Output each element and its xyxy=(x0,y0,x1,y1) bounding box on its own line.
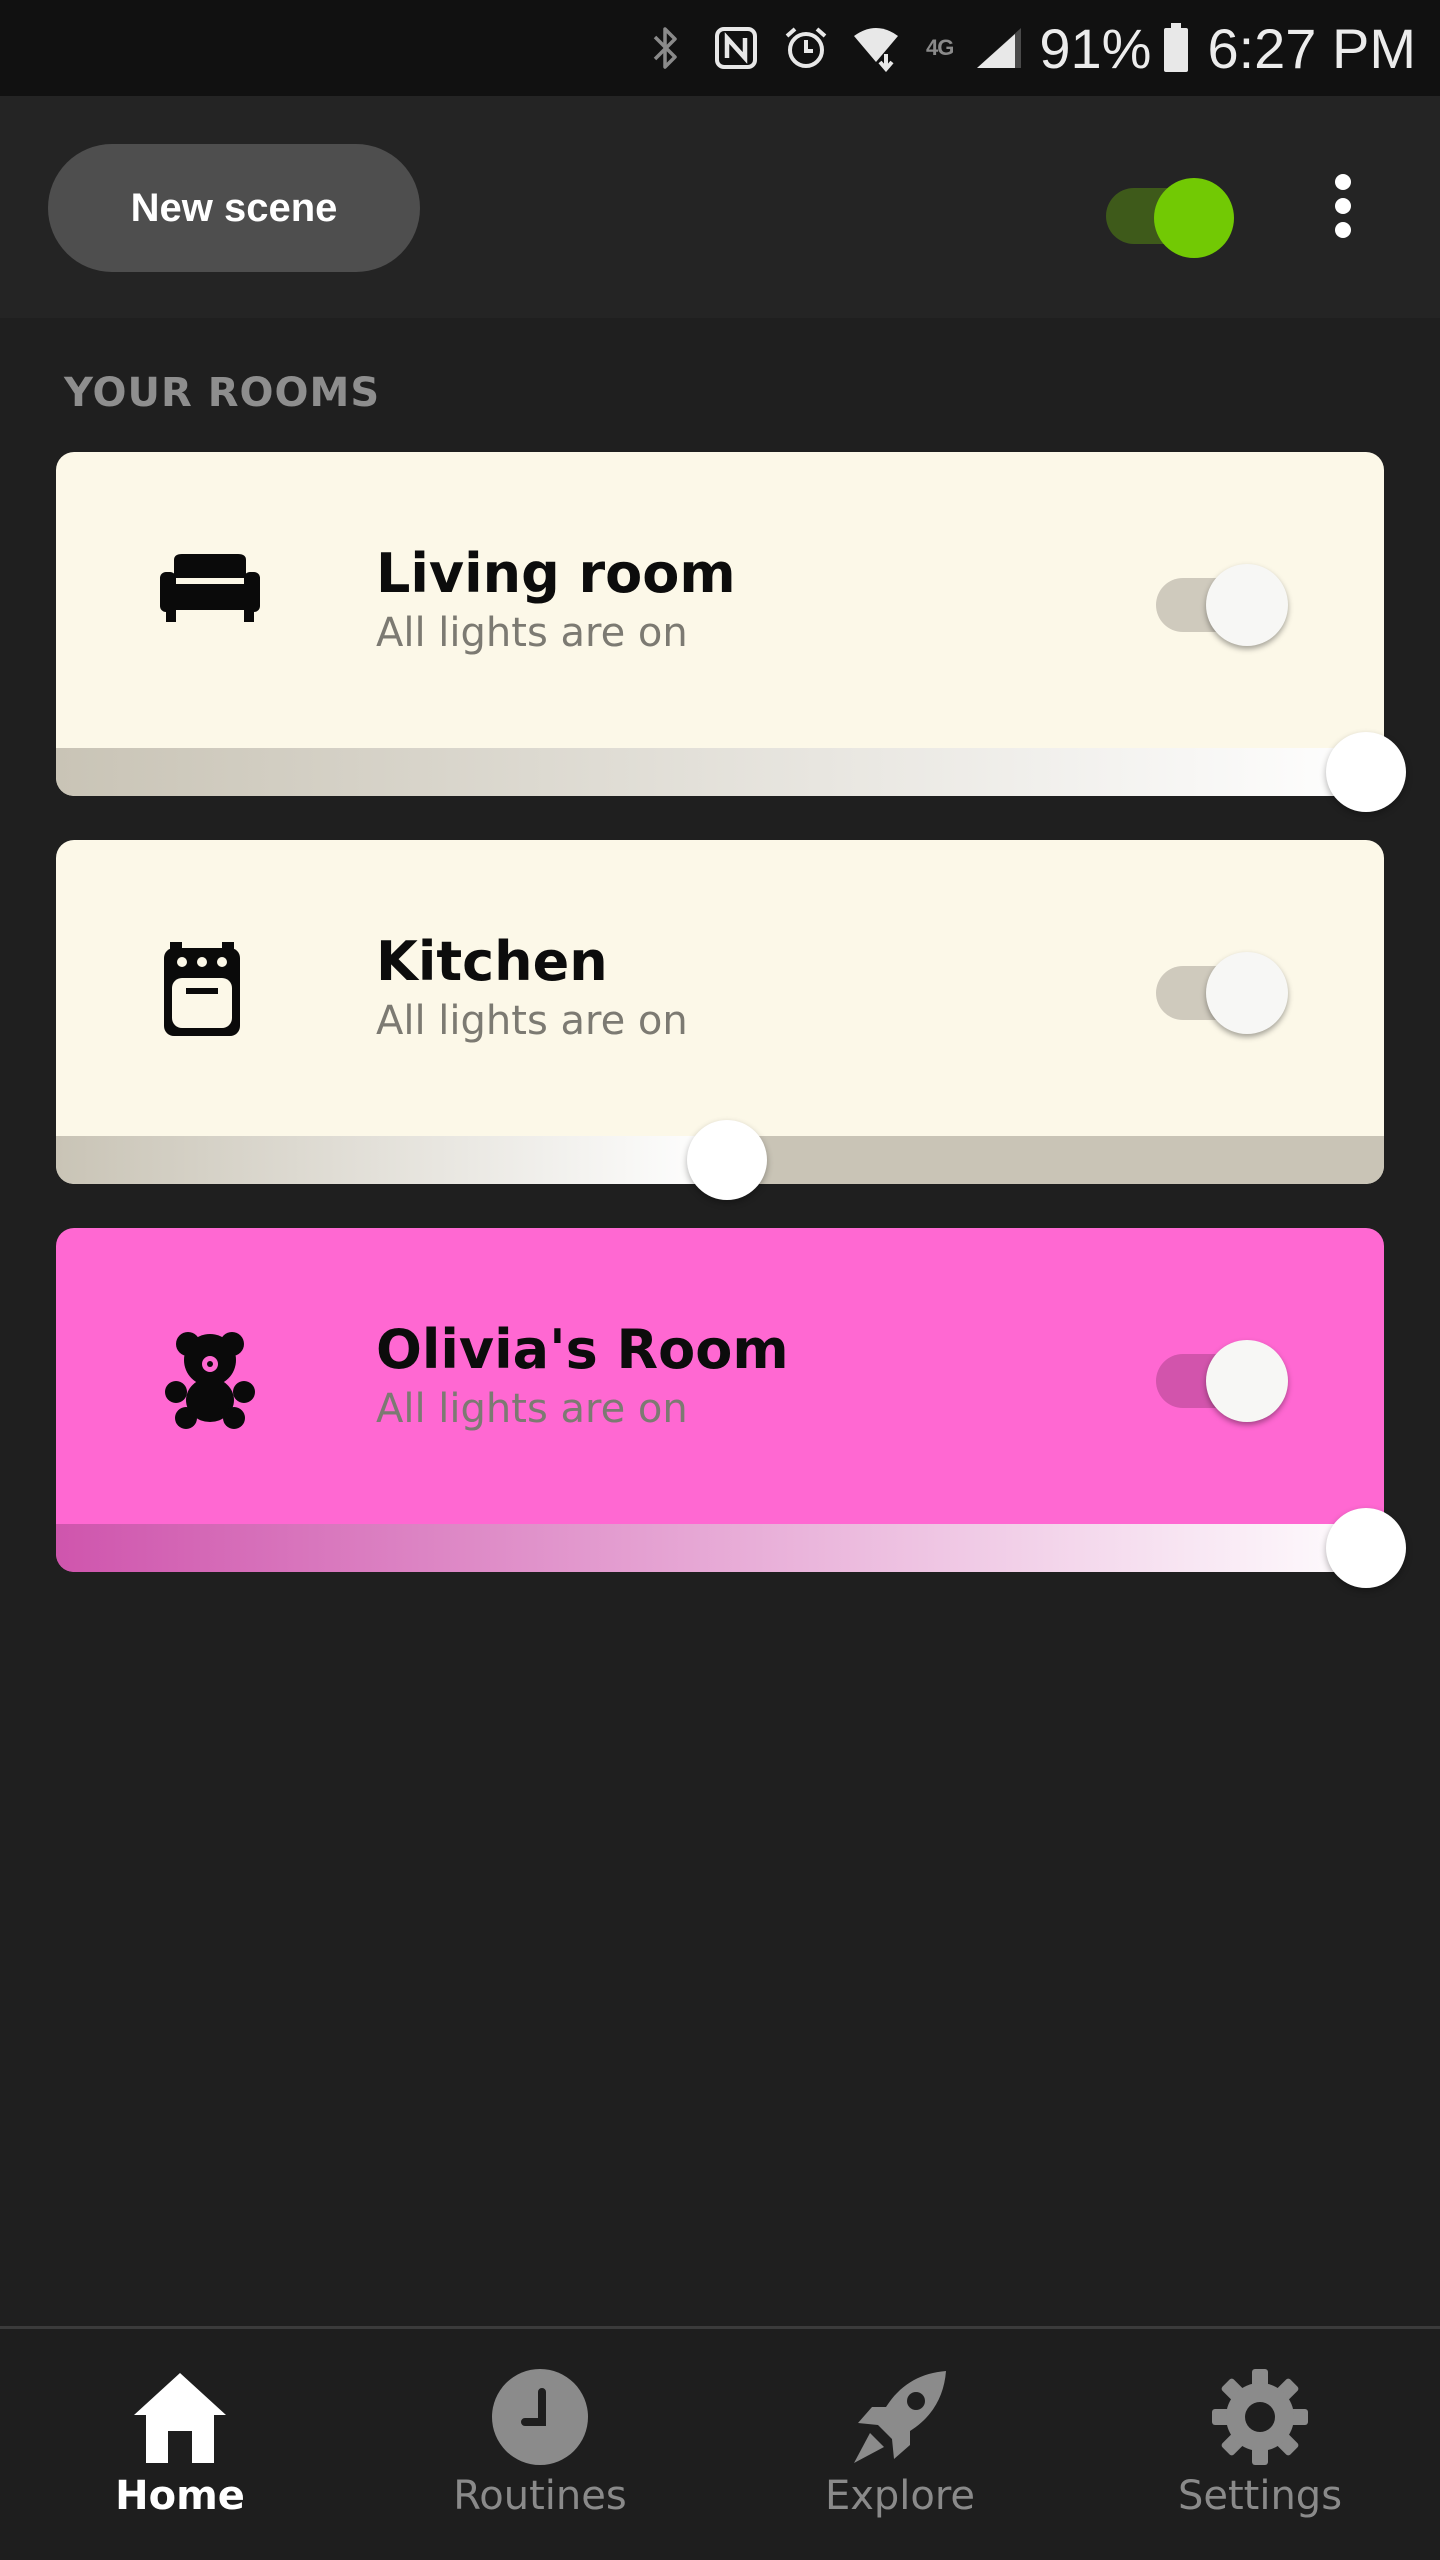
bottom-navigation: Home Routines Explore Settings xyxy=(0,2326,1440,2560)
more-options-button[interactable] xyxy=(1320,166,1366,246)
nav-explore[interactable]: Explore xyxy=(720,2329,1080,2560)
rocket-icon xyxy=(850,2367,950,2467)
home-icon xyxy=(130,2367,230,2467)
all-lights-toggle[interactable] xyxy=(1100,166,1240,258)
nav-label-routines: Routines xyxy=(453,2473,627,2519)
top-bar: New scene xyxy=(0,96,1440,318)
room-status: All lights are on xyxy=(376,1386,688,1432)
cell-signal-icon xyxy=(975,24,1023,72)
toggle-knob xyxy=(1206,1340,1288,1422)
brightness-slider-track[interactable] xyxy=(56,1524,1384,1572)
status-bar: 4G 91% 6:27 PM xyxy=(0,0,1440,96)
room-power-toggle[interactable] xyxy=(1156,1328,1306,1428)
nav-home[interactable]: Home xyxy=(0,2329,360,2560)
room-power-toggle[interactable] xyxy=(1156,552,1306,652)
section-title: YOUR ROOMS xyxy=(64,370,381,416)
nav-label-explore: Explore xyxy=(824,2473,976,2519)
oven-icon xyxy=(160,942,280,1042)
clock-time: 6:27 PM xyxy=(1207,16,1416,80)
room-card[interactable]: Olivia's Room All lights are on xyxy=(56,1228,1406,1588)
alarm-icon xyxy=(782,24,830,72)
brightness-slider-thumb[interactable] xyxy=(1326,1508,1406,1588)
room-name: Kitchen xyxy=(376,930,608,993)
room-name: Olivia's Room xyxy=(376,1318,789,1381)
room-name: Living room xyxy=(376,542,736,605)
bluetooth-icon xyxy=(642,24,690,72)
network-type: 4G xyxy=(925,35,954,60)
gear-icon xyxy=(1210,2367,1310,2467)
room-status: All lights are on xyxy=(376,610,688,656)
brightness-slider-thumb[interactable] xyxy=(1326,732,1406,812)
toggle-knob xyxy=(1154,178,1234,258)
room-card[interactable]: Kitchen All lights are on xyxy=(56,840,1384,1200)
wifi-icon xyxy=(852,24,900,72)
nav-label-home: Home xyxy=(115,2473,245,2519)
room-card[interactable]: Living room All lights are on xyxy=(56,452,1406,812)
battery-percent: 91% xyxy=(1039,16,1152,80)
toggle-knob xyxy=(1206,952,1288,1034)
teddy-bear-icon xyxy=(160,1330,280,1430)
nav-label-settings: Settings xyxy=(1177,2473,1343,2519)
brightness-slider-track[interactable] xyxy=(56,748,1384,796)
clock-icon xyxy=(490,2367,590,2467)
nfc-icon xyxy=(712,24,760,72)
nav-settings[interactable]: Settings xyxy=(1080,2329,1440,2560)
new-scene-button[interactable]: New scene xyxy=(48,144,420,272)
room-power-toggle[interactable] xyxy=(1156,940,1306,1040)
nav-routines[interactable]: Routines xyxy=(360,2329,720,2560)
room-status: All lights are on xyxy=(376,998,688,1044)
battery-icon xyxy=(1161,23,1191,72)
toggle-knob xyxy=(1206,564,1288,646)
brightness-slider-thumb[interactable] xyxy=(686,1120,767,1200)
sofa-icon xyxy=(160,554,280,654)
